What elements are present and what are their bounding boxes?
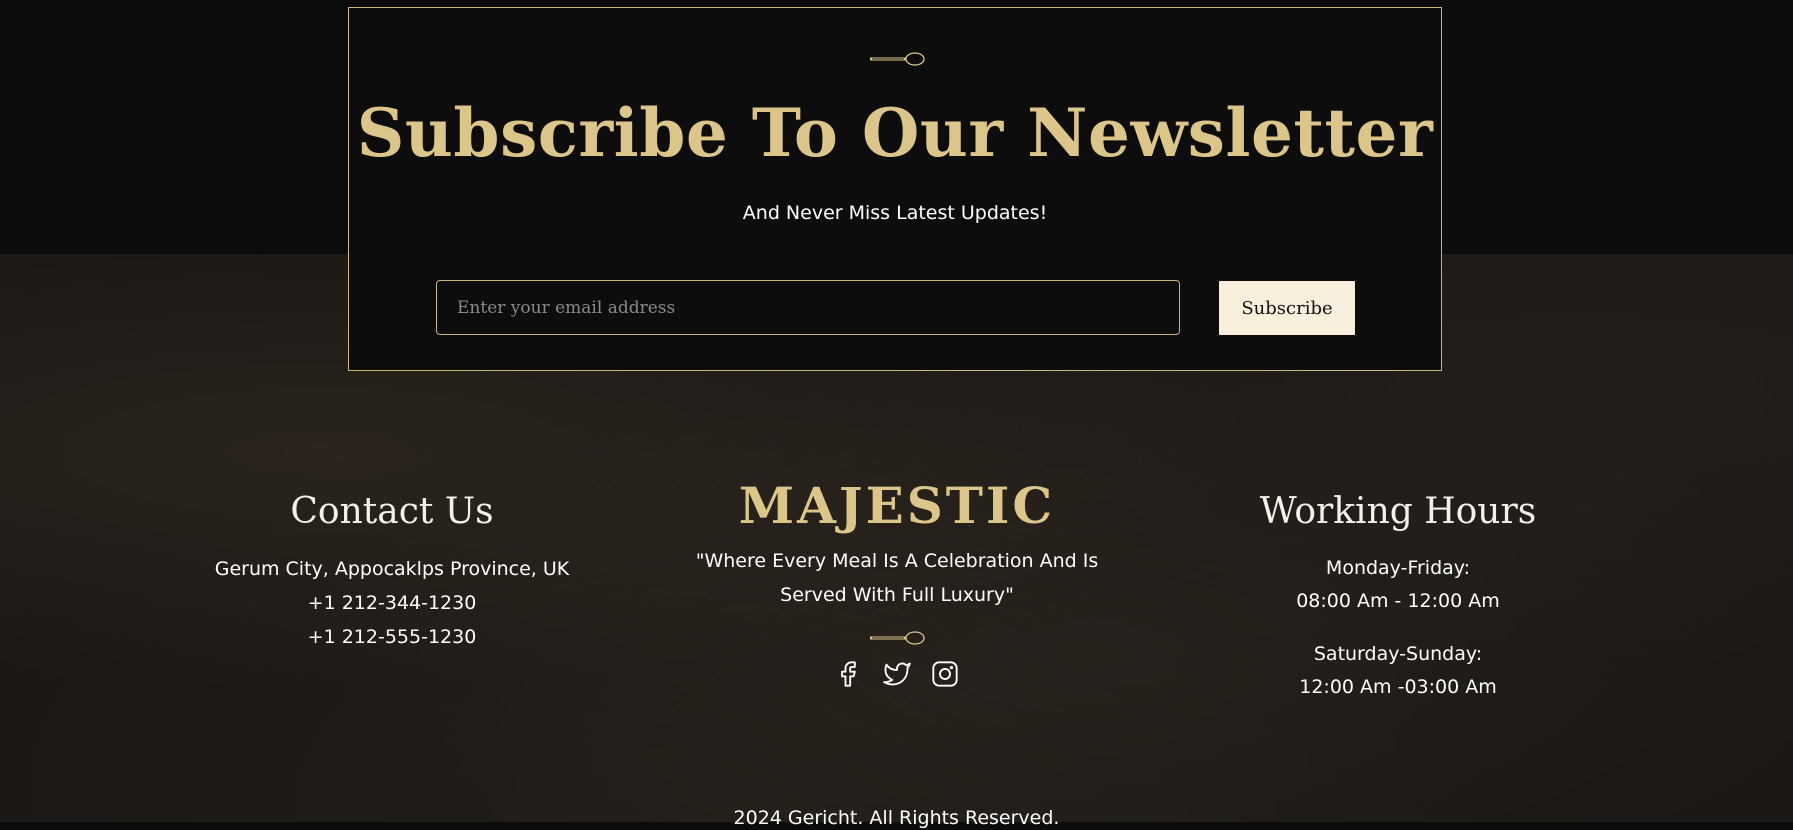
hours-heading: Working Hours (1259, 491, 1537, 532)
weekday-label: Monday-Friday: (1325, 557, 1471, 579)
spoon-icon (870, 631, 925, 645)
weekend-label: Saturday-Sunday: (1313, 643, 1483, 665)
weekday-hours-block: Monday-Friday: 08:00 Am - 12:00 Am (1198, 552, 1598, 618)
contact-column: Contact Us Gerum City, Appocaklps Provin… (192, 488, 592, 654)
newsletter-subtitle: And Never Miss Latest Updates! (742, 202, 1048, 224)
facebook-icon[interactable] (835, 660, 863, 688)
spoon-icon (870, 52, 925, 66)
brand-logo[interactable]: MAJESTIC (667, 476, 1127, 536)
instagram-icon[interactable] (931, 660, 959, 688)
social-links (667, 660, 1127, 688)
hours-column: Working Hours Monday-Friday: 08:00 Am - … (1198, 488, 1598, 704)
contact-address: Gerum City, Appocaklps Province, UK (214, 558, 570, 580)
weekend-hours: 12:00 Am -03:00 Am (1299, 676, 1497, 698)
contact-phone-2[interactable]: +1 212-555-1230 (192, 620, 592, 654)
contact-heading: Contact Us (290, 491, 494, 532)
newsletter-panel: Subscribe To Our Newsletter And Never Mi… (348, 7, 1442, 371)
brand-tagline: "Where Every Meal Is A Celebration And I… (667, 544, 1127, 612)
copyright-text: 2024 Gericht. All Rights Reserved. (733, 807, 1060, 829)
newsletter-title: Subscribe To Our Newsletter (356, 94, 1434, 172)
subscribe-button[interactable]: Subscribe (1219, 281, 1355, 335)
weekday-hours: 08:00 Am - 12:00 Am (1296, 590, 1500, 612)
email-input[interactable] (436, 280, 1180, 335)
contact-phone-1[interactable]: +1 212-344-1230 (192, 586, 592, 620)
weekend-hours-block: Saturday-Sunday: 12:00 Am -03:00 Am (1198, 638, 1598, 704)
brand-column: MAJESTIC "Where Every Meal Is A Celebrat… (667, 476, 1127, 688)
tagline-line-2: Served With Full Luxury" (780, 584, 1014, 606)
tagline-line-1: "Where Every Meal Is A Celebration And I… (695, 550, 1099, 572)
twitter-icon[interactable] (883, 660, 911, 688)
